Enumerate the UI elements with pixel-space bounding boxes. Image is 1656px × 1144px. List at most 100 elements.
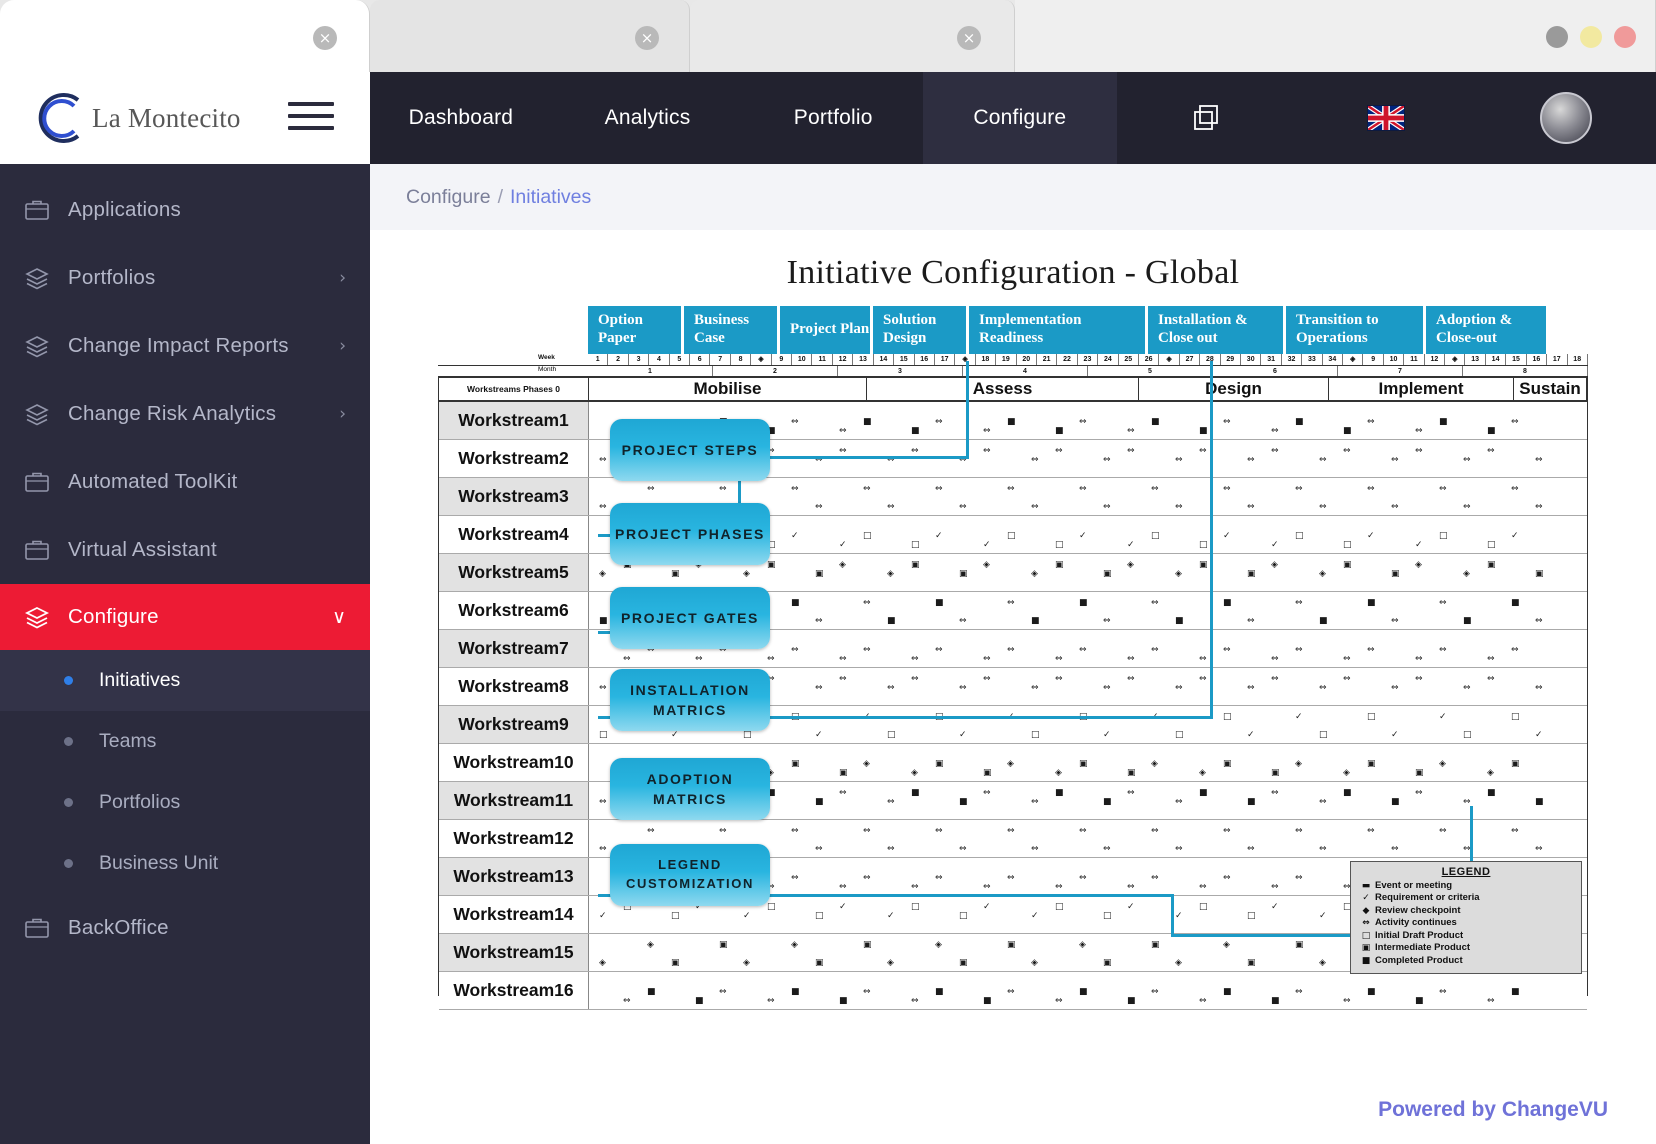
callout-legend-customization[interactable]: LEGEND CUSTOMIZATION [610, 844, 770, 906]
sidebar-item-change-impact-reports[interactable]: Change Impact Reports › [0, 312, 370, 380]
activity-glyph: ✓ [935, 531, 943, 541]
week-tick: 3 [629, 354, 649, 365]
callout-project-gates[interactable]: PROJECT GATES [610, 587, 770, 649]
activity-glyph: ⇔ [1151, 598, 1159, 608]
activity-glyph: ■ [1511, 598, 1520, 608]
window-controls[interactable] [1546, 26, 1636, 48]
sidebar-item-backoffice[interactable]: BackOffice [0, 894, 370, 962]
sidebar-item-teams[interactable]: Teams [0, 711, 370, 772]
activity-glyph: ✓ [839, 902, 847, 912]
workstream-label: Workstream8 [439, 668, 589, 705]
activity-glyph: ⇔ [1199, 654, 1207, 664]
activity-glyph: □ [815, 911, 824, 921]
gate-adoption-close-out[interactable]: Adoption & Close-out [1426, 306, 1546, 354]
sidebar-item-virtual-assistant[interactable]: Virtual Assistant [0, 516, 370, 584]
activity-glyph: ◈ [1175, 958, 1182, 968]
activity-glyph: ■ [1199, 426, 1208, 436]
gate-project-plan[interactable]: Project Plan [780, 306, 870, 354]
activity-glyph: ⇔ [1079, 484, 1087, 494]
close-icon[interactable]: × [957, 26, 981, 50]
legend-item-label: Requirement or criteria [1375, 892, 1480, 905]
activity-glyph: ◈ [1463, 569, 1470, 579]
close-icon[interactable]: × [635, 26, 659, 50]
callout-adoption-matrics[interactable]: ADOPTION MATRICS [610, 758, 770, 820]
window-maximize-dot[interactable] [1580, 26, 1602, 48]
activity-glyph: ⇔ [1511, 645, 1519, 655]
activity-glyph: ⇔ [959, 502, 967, 512]
activity-glyph: □ [1175, 730, 1184, 740]
activity-glyph: ⇔ [887, 797, 895, 807]
activity-glyph: ⇔ [863, 987, 871, 997]
week-tick: 29 [1221, 354, 1241, 365]
gate-transition-to-operations[interactable]: Transition to Operations [1286, 306, 1423, 354]
activity-glyph: ⇔ [1247, 844, 1255, 854]
week-tick: 21 [1037, 354, 1057, 365]
close-icon[interactable]: × [313, 26, 337, 50]
uk-flag-icon[interactable] [1296, 72, 1476, 164]
activity-glyph: ⇔ [1415, 446, 1423, 456]
duplicate-windows-icon[interactable] [1117, 72, 1297, 164]
brand-name: La Montecito [92, 103, 241, 134]
activity-glyph: ▣ [1247, 569, 1256, 579]
tab-analytics[interactable]: Analytics [552, 72, 744, 164]
activity-glyph: □ [1151, 531, 1160, 541]
gate-implementation-readiness[interactable]: Implementation Readiness [969, 306, 1145, 354]
activity-glyph: ⇔ [1535, 616, 1543, 626]
week-tick: 2 [608, 354, 628, 365]
breadcrumb-current[interactable]: Initiatives [510, 186, 591, 209]
workstream-label: Workstream6 [439, 592, 589, 629]
sidebar-item-business-unit[interactable]: Business Unit [0, 833, 370, 894]
legend-glyph-icon: ⇔ [1357, 917, 1375, 930]
activity-glyph: □ [1199, 902, 1208, 912]
activity-glyph: ◈ [1487, 768, 1494, 778]
activity-glyph: ⇔ [791, 826, 799, 836]
activity-glyph: ⇔ [1439, 987, 1447, 997]
week-tick: 9 [1363, 354, 1383, 365]
callout-installation-matrics[interactable]: INSTALLATION MATRICS [610, 669, 770, 731]
activity-glyph: ✓ [1175, 911, 1183, 921]
sidebar-item-portfolios[interactable]: Portfolios › [0, 244, 370, 312]
tab-portfolio[interactable]: Portfolio [743, 72, 923, 164]
sidebar-item-configure[interactable]: Configure ∨ [0, 584, 370, 650]
activity-glyph: ▣ [1079, 759, 1088, 769]
activity-glyph: ◈ [743, 569, 750, 579]
legend-item: □Initial Draft Product [1357, 930, 1575, 943]
breadcrumb-parent[interactable]: Configure [406, 186, 491, 209]
window-minimize-dot[interactable] [1546, 26, 1568, 48]
window-close-dot[interactable] [1614, 26, 1636, 48]
sidebar-item-portfolios-sub[interactable]: Portfolios [0, 772, 370, 833]
activity-glyph: ⇔ [1319, 502, 1327, 512]
gate-option-paper[interactable]: Option Paper [588, 306, 681, 354]
activity-glyph: ▣ [959, 569, 968, 579]
week-tick: 16 [915, 354, 935, 365]
gate-installation-close-out[interactable]: Installation & Close out [1148, 306, 1283, 354]
week-tick: 4 [649, 354, 669, 365]
legend-glyph-icon: ▣ [1357, 942, 1375, 955]
activity-glyph: ⇔ [959, 844, 967, 854]
activity-glyph: ✓ [1439, 712, 1447, 722]
activity-glyph: ◈ [935, 940, 942, 950]
hamburger-icon[interactable] [288, 102, 334, 138]
sidebar-item-automated-toolkit[interactable]: Automated ToolKit [0, 448, 370, 516]
gate-solution-design[interactable]: Solution Design [873, 306, 966, 354]
sidebar-item-initiatives[interactable]: Initiatives [0, 650, 370, 711]
table-row[interactable]: Workstream16⇔■■⇔⇔■■⇔⇔■■⇔⇔■■⇔⇔■■⇔⇔■■⇔⇔■ [439, 972, 1587, 1010]
callout-project-steps[interactable]: PROJECT STEPS [610, 419, 770, 481]
week-tick-container: 12345678◈91011121314151617◈1819202122232… [588, 354, 1588, 365]
activity-glyph: ■ [1007, 417, 1016, 427]
tab-configure[interactable]: Configure [923, 72, 1116, 164]
activity-glyph: □ [1199, 540, 1208, 550]
sidebar-item-change-risk-analytics[interactable]: Change Risk Analytics › [0, 380, 370, 448]
gate-business-case[interactable]: Business Case [684, 306, 777, 354]
activity-glyph: ⇔ [1007, 987, 1015, 997]
activity-glyph: ✓ [1079, 531, 1087, 541]
avatar[interactable] [1476, 72, 1656, 164]
callout-project-phases[interactable]: PROJECT PHASES [610, 503, 770, 565]
tab-dashboard[interactable]: Dashboard [370, 72, 552, 164]
activity-glyph: ⇔ [1511, 484, 1519, 494]
sidebar-item-applications[interactable]: Applications [0, 176, 370, 244]
activity-glyph: ✓ [671, 730, 679, 740]
user-avatar-image [1540, 92, 1592, 144]
activity-glyph: ⇔ [1151, 987, 1159, 997]
activity-glyph: ◈ [1127, 560, 1134, 570]
